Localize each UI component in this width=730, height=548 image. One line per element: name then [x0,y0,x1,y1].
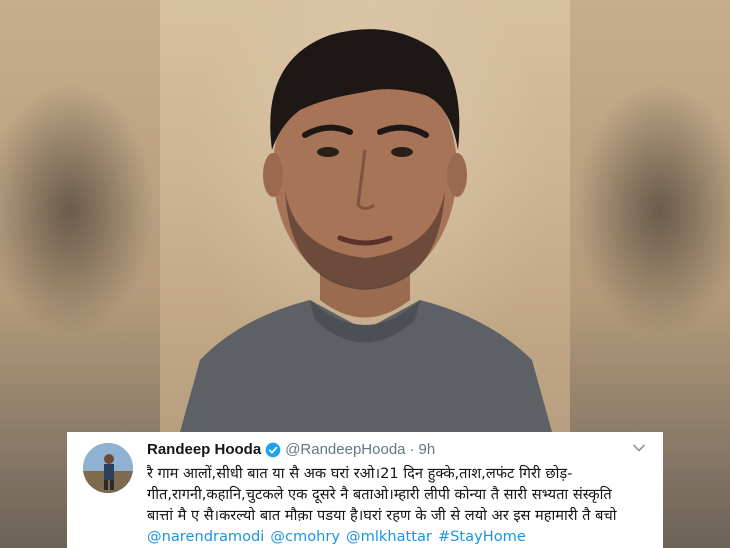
verified-badge-icon [265,442,281,458]
chevron-down-icon[interactable] [633,444,645,452]
tweet-text: रै गाम आलों,सीधी बात या सै अक घरां रओ।21… [147,463,651,547]
tweet-header: Randeep Hooda @RandeepHooda · 9h [147,440,651,460]
mention-link[interactable]: @cmohry [270,528,340,545]
tweet-card[interactable]: Randeep Hooda @RandeepHooda · 9h रै गाम … [67,432,663,548]
hashtag-link[interactable]: #StayHome [438,528,526,545]
person-illustration [180,29,552,432]
video-still [160,0,570,432]
timestamp[interactable]: 9h [419,440,436,460]
mention-link[interactable]: @mlkhattar [346,528,432,545]
tweet-links: @narendramodi @cmohry @mlkhattar #StayHome [147,526,651,547]
separator-dot: · [409,441,415,458]
avatar[interactable] [83,443,133,493]
avatar-image [83,443,133,493]
tweet-text-line: रै गाम आलों,सीधी बात या सै अक घरां रओ।21… [147,465,573,482]
tweet-text-line: बात्तां मै ए सै।करल्यो बात मौक़ा पडया है… [147,507,617,524]
mention-link[interactable]: @narendramodi [147,528,264,545]
handle[interactable]: @RandeepHooda [285,440,405,460]
tweet-text-line: गीत,रागनी,कहानि,चुटकले एक दूसरे नै बताओ।… [147,486,612,503]
screenshot-frame: Randeep Hooda @RandeepHooda · 9h रै गाम … [0,0,730,548]
display-name[interactable]: Randeep Hooda [147,440,261,460]
